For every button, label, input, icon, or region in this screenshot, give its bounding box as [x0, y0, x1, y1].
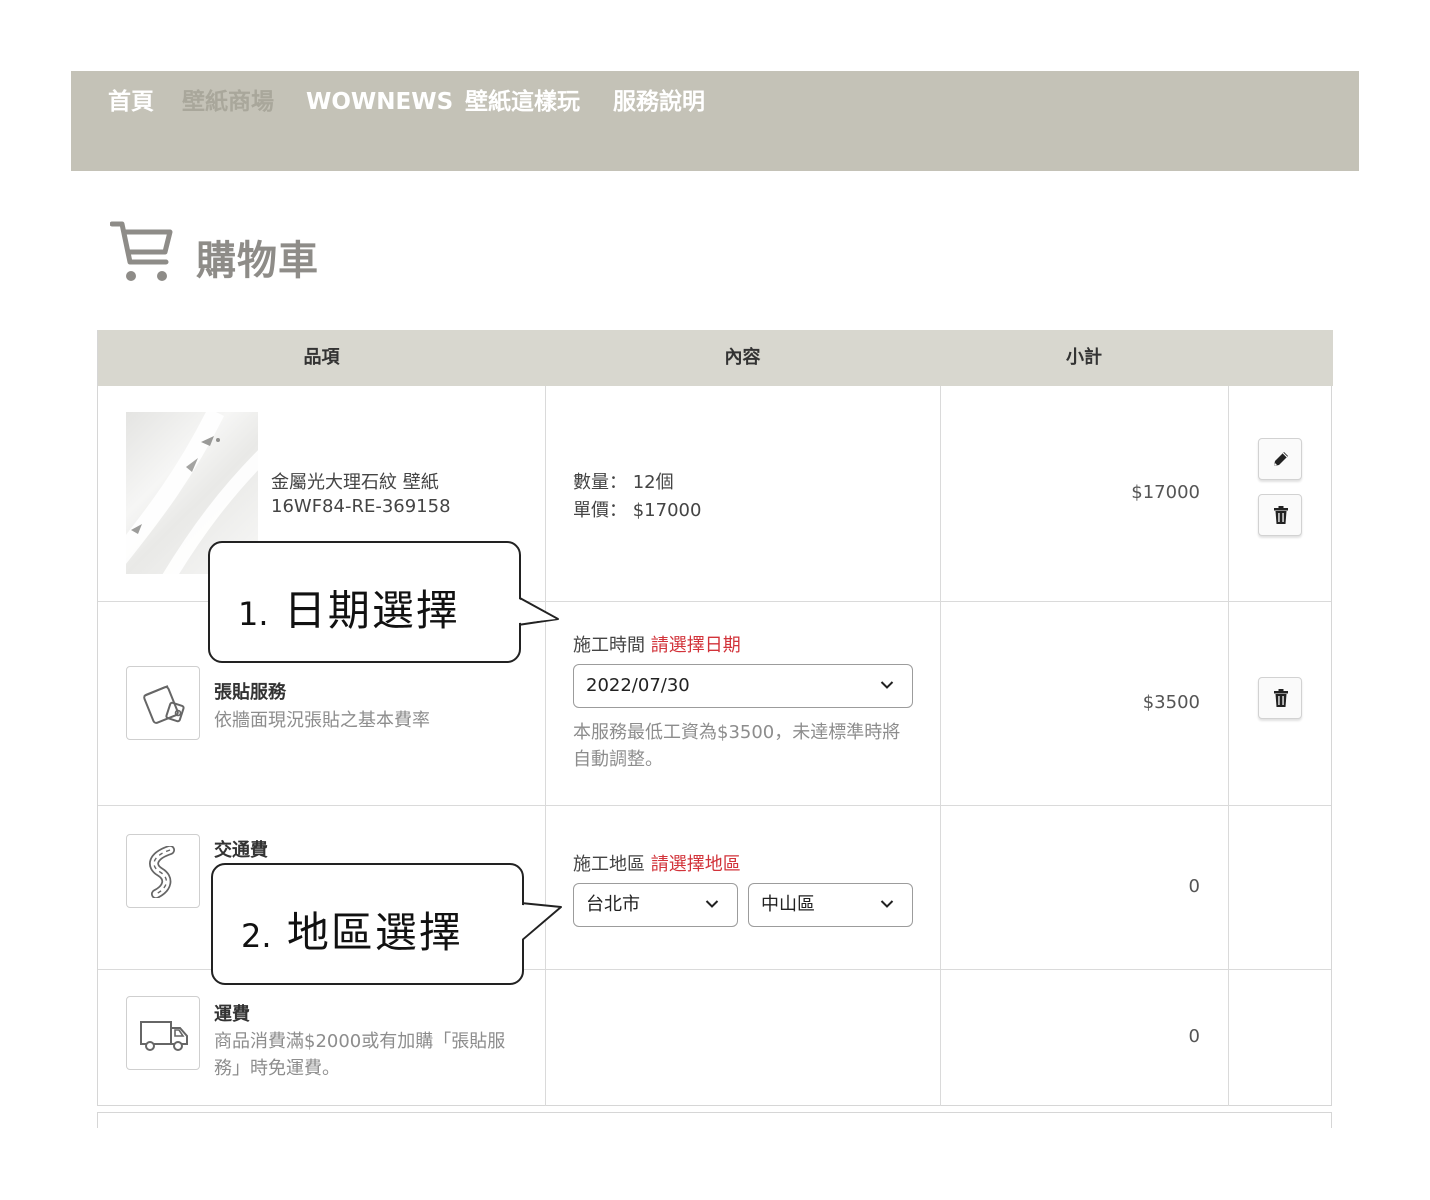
install-time-line: 施工時間 請選擇日期: [573, 631, 741, 657]
area-line: 施工地區 請選擇地區: [573, 850, 741, 876]
trash-icon: [1274, 506, 1288, 524]
quantity-value: 12個: [632, 472, 674, 493]
truck-icon: [140, 1021, 188, 1051]
install-service-name: 張貼服務: [214, 682, 286, 703]
callout-date-number: 1.: [238, 595, 269, 633]
shipping-desc-line2: 務」時免運費。: [214, 1058, 340, 1079]
nav-home[interactable]: 首頁: [108, 87, 154, 117]
install-note-line2: 自動調整。: [573, 749, 663, 770]
delete-product-button[interactable]: [1258, 494, 1302, 536]
shipping-icon-box: [126, 996, 200, 1070]
callout-date-selection: 1. 日期選擇: [208, 541, 560, 663]
header-item: 品項: [303, 347, 340, 368]
install-subtotal: $3500: [1142, 692, 1200, 713]
transport-name: 交通費: [214, 840, 268, 861]
shipping-name: 運費: [214, 1004, 250, 1025]
column-divider: [1228, 386, 1229, 1106]
quantity-label: 數量：: [573, 472, 627, 493]
delete-install-button[interactable]: [1258, 677, 1302, 719]
unit-price-label: 單價：: [573, 500, 627, 521]
callout-area-label: 地區選擇: [286, 908, 463, 957]
header-content: 內容: [724, 347, 761, 368]
callout-date-label: 日期選擇: [283, 586, 460, 635]
row-divider: [98, 805, 1331, 806]
install-service-desc: 依牆面現況張貼之基本費率: [214, 710, 430, 731]
column-divider: [545, 386, 546, 1106]
road-icon: [149, 846, 175, 898]
edit-button[interactable]: [1258, 438, 1302, 480]
install-date-value: 2022/07/30: [586, 675, 690, 696]
shipping-subtotal: 0: [1188, 1026, 1200, 1047]
product-sku: 16WF84-RE-369158: [271, 496, 451, 517]
wallpaper-roll-icon: [143, 685, 185, 724]
shipping-desc-line1: 商品消費滿$2000或有加購「張貼服: [214, 1031, 506, 1052]
top-navbar: 首頁 壁紙商場 WOWNEWS 壁紙這樣玩 服務說明: [71, 71, 1359, 171]
table-header: 品項 內容 小計: [98, 330, 1333, 386]
column-divider: [940, 386, 941, 1106]
nav-wallpaper-mall[interactable]: 壁紙商場: [182, 87, 274, 117]
next-table-section: [97, 1112, 1332, 1128]
install-time-label: 施工時間: [573, 635, 645, 656]
area-label: 施工地區: [573, 854, 645, 875]
product-name: 金屬光大理石紋 壁紙: [271, 472, 439, 493]
pencil-icon: [1274, 452, 1288, 466]
chevron-down-icon: [880, 681, 894, 689]
install-time-prompt: 請選擇日期: [650, 635, 741, 656]
trash-icon: [1274, 689, 1288, 707]
transport-icon-box: [126, 834, 200, 908]
callout-area-selection: 2. 地區選擇: [211, 863, 563, 985]
district-select[interactable]: 中山區: [748, 883, 913, 927]
callout-area-number: 2.: [241, 917, 272, 955]
nav-service-info[interactable]: 服務說明: [613, 87, 705, 117]
unit-price-line: 單價： $17000: [573, 496, 701, 522]
install-date-select[interactable]: 2022/07/30: [573, 664, 913, 708]
page-title: 購物車: [196, 238, 319, 284]
callout-date-text: 1. 日期選擇: [238, 577, 460, 638]
shopping-cart-icon: [110, 221, 173, 281]
header-subtotal: 小計: [1066, 347, 1102, 368]
chevron-down-icon: [880, 900, 894, 908]
cart-table: 品項 內容 小計 金屬光大理石紋 壁紙 16WF84-RE-369158 數量：…: [97, 330, 1333, 1106]
quantity-line: 數量： 12個: [573, 468, 674, 494]
callout-area-text: 2. 地區選擇: [241, 899, 463, 960]
nav-wownews[interactable]: WOWNEWS: [306, 87, 453, 117]
nav-wallpaper-play[interactable]: 壁紙這樣玩: [465, 87, 580, 117]
city-select[interactable]: 台北市: [573, 883, 738, 927]
city-value: 台北市: [586, 894, 640, 915]
district-value: 中山區: [761, 894, 815, 915]
unit-price-value: $17000: [632, 500, 702, 521]
chevron-down-icon: [705, 900, 719, 908]
area-prompt: 請選擇地區: [650, 854, 741, 875]
install-service-icon-box: [126, 666, 200, 740]
install-note-line1: 本服務最低工資為$3500，未達標準時將: [573, 722, 901, 743]
transport-subtotal: 0: [1188, 876, 1200, 897]
product-subtotal: $17000: [1131, 482, 1200, 503]
